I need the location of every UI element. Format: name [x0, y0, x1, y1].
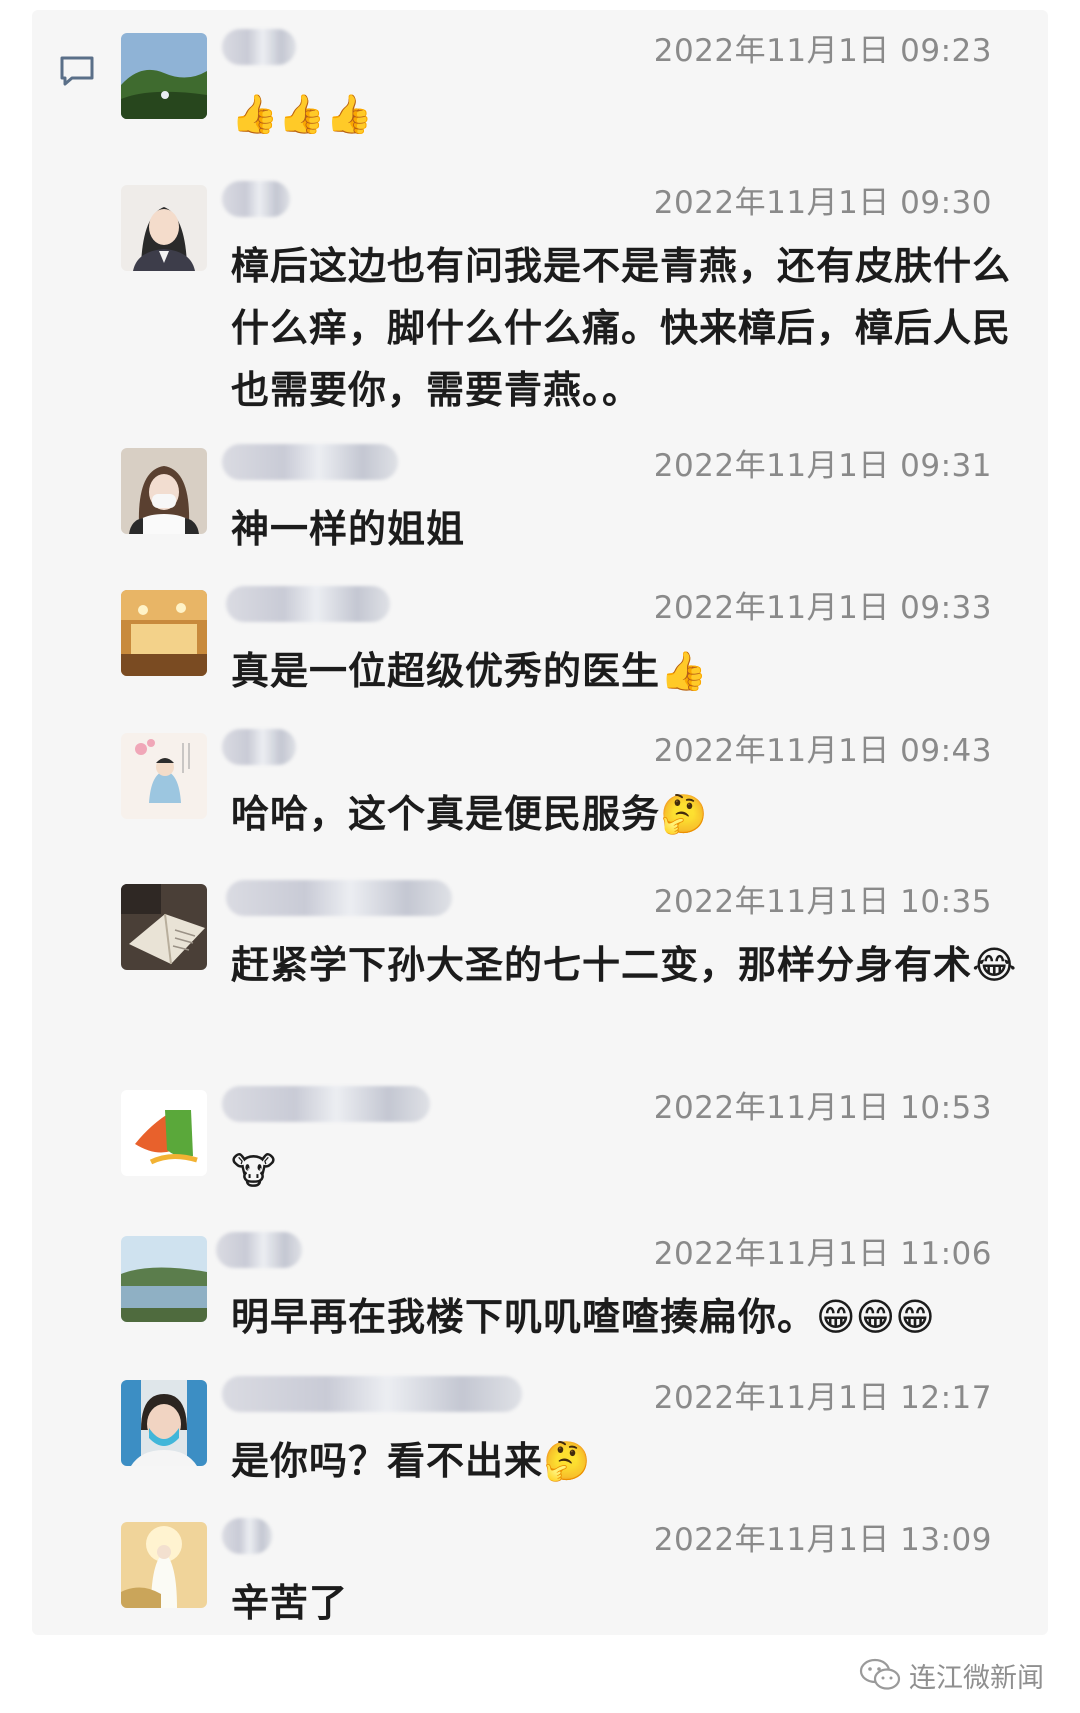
avatar[interactable] [121, 1236, 207, 1322]
username-blurred[interactable] [226, 586, 390, 622]
avatar[interactable] [121, 884, 207, 970]
comment-icon[interactable] [58, 54, 96, 88]
username-blurred[interactable] [222, 29, 296, 65]
timestamp: 2022年11月1日 13:09 [653, 1522, 992, 1558]
username-blurred[interactable] [222, 1518, 272, 1554]
avatar[interactable] [121, 185, 207, 271]
comment-text: 赶紧学下孙大圣的七十二变，那样分身有术😂 [231, 943, 1017, 987]
timestamp: 2022年11月1日 09:43 [653, 733, 992, 769]
username-blurred[interactable] [222, 1086, 430, 1122]
watermark-label: 连江微新闻 [909, 1662, 1044, 1694]
avatar[interactable] [121, 1380, 207, 1466]
cow-face-icon: 🐮 [231, 1149, 276, 1193]
timestamp: 2022年11月1日 10:35 [653, 884, 992, 920]
thumbs-up-icon: 👍 [660, 649, 708, 693]
avatar[interactable] [121, 1522, 207, 1608]
avatar[interactable] [121, 1090, 207, 1176]
username-blurred[interactable] [222, 444, 398, 480]
thinking-face-icon: 🤔 [543, 1439, 591, 1483]
comment-text: 真是一位超级优秀的医生👍 [231, 649, 708, 693]
comment-text: 👍👍👍 [231, 83, 1021, 145]
comment-text: 哈哈，这个真是便民服务🤔 [231, 792, 708, 836]
username-blurred[interactable] [222, 181, 290, 217]
comment-text: 樟后这边也有问我是不是青燕，还有皮肤什么什么痒，脚什么什么痛。快来樟后，樟后人民… [231, 244, 1012, 412]
timestamp: 2022年11月1日 09:33 [653, 590, 992, 626]
thinking-face-icon: 🤔 [660, 792, 708, 836]
source-watermark: 连江微新闻 [859, 1655, 1044, 1695]
username-blurred[interactable] [222, 729, 296, 765]
avatar[interactable] [121, 590, 207, 676]
thumbs-up-icon: 👍👍👍 [231, 92, 373, 136]
wechat-icon [859, 1658, 901, 1690]
avatar[interactable] [121, 33, 207, 119]
avatar[interactable] [121, 733, 207, 819]
timestamp: 2022年11月1日 10:53 [653, 1090, 992, 1126]
laughing-tears-icon: 😂 [972, 943, 1017, 987]
timestamp: 2022年11月1日 09:30 [653, 185, 992, 221]
avatar[interactable] [121, 448, 207, 534]
comment-text: 明早再在我楼下叽叽喳喳揍扁你。😁😁😁 [231, 1295, 935, 1339]
comment-text: 是你吗？看不出来🤔 [231, 1439, 591, 1483]
timestamp: 2022年11月1日 12:17 [653, 1380, 992, 1416]
timestamp: 2022年11月1日 09:23 [653, 33, 992, 69]
comment-text: 🐮 [231, 1140, 1021, 1202]
username-blurred[interactable] [222, 1376, 522, 1412]
comment-text: 辛苦了 [231, 1581, 349, 1625]
timestamp: 2022年11月1日 09:31 [653, 448, 992, 484]
username-blurred[interactable] [216, 1232, 302, 1268]
username-blurred[interactable] [226, 880, 452, 916]
grinning-face-icon: 😁😁😁 [816, 1295, 935, 1339]
comment-text: 神一样的姐姐 [231, 507, 466, 551]
timestamp: 2022年11月1日 11:06 [653, 1236, 992, 1272]
